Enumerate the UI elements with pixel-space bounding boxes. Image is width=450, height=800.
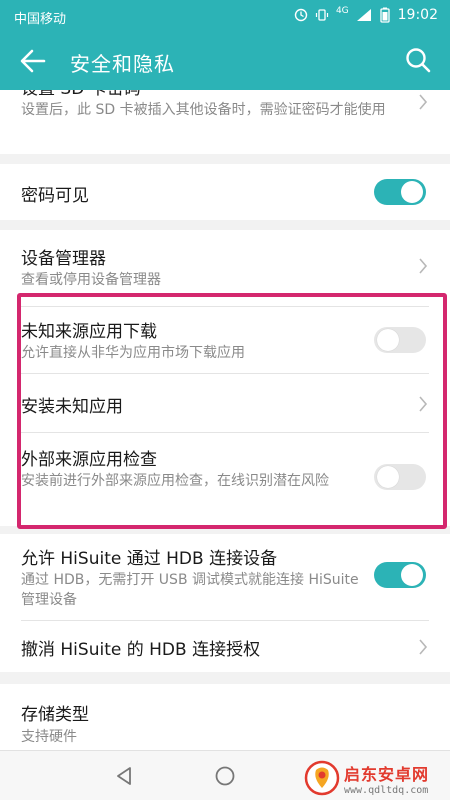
site-watermark: 启东安卓网 www.qdltdq.com: [304, 758, 446, 798]
password-visible-title: 密码可见: [21, 186, 89, 206]
storage-type-subtitle: 支持硬件: [21, 729, 77, 745]
storage-type-item[interactable]: 存储类型 支持硬件: [0, 684, 450, 750]
device-security-section: 设备管理器 查看或停用设备管理器 未知来源应用下载 允许直接从非华为应用市场下载…: [0, 230, 450, 526]
status-bar: 中国移动 4G 19:02: [0, 0, 450, 32]
password-visible-section: 密码可见: [0, 164, 450, 220]
hisuite-hdb-subtitle: 通过 HDB，无需打开 USB 调试模式就能连接 HiSuite 管理设备: [21, 572, 359, 608]
sd-card-password-subtitle: 设置后，此 SD 卡被插入其他设备时，需验证密码才能使用: [21, 102, 386, 118]
revoke-hdb-title: 撤消 HiSuite 的 HDB 连接授权: [21, 640, 261, 660]
storage-type-title: 存储类型: [21, 705, 89, 725]
app-bar: 安全和隐私: [0, 32, 450, 90]
unknown-source-download-item[interactable]: 未知来源应用下载 允许直接从非华为应用市场下载应用: [0, 307, 450, 373]
nav-home-icon[interactable]: [214, 765, 236, 787]
vibrate-icon: [315, 9, 329, 21]
unknown-source-download-title: 未知来源应用下载: [21, 322, 157, 342]
watermark-url: www.qdltdq.com: [344, 784, 429, 796]
sd-card-password-item[interactable]: 设置 SD 卡密码 设置后，此 SD 卡被插入其他设备时，需验证密码才能使用: [0, 90, 450, 154]
carrier-label: 中国移动: [14, 12, 67, 27]
page-title: 安全和隐私: [70, 52, 175, 76]
settings-list: 设置 SD 卡密码 设置后，此 SD 卡被插入其他设备时，需验证密码才能使用 密…: [0, 90, 450, 750]
chevron-right-icon: [419, 94, 428, 110]
watermark-name: 启东安卓网: [344, 764, 430, 784]
install-unknown-apps-item[interactable]: 安装未知应用: [0, 374, 450, 432]
toggle-knob: [401, 181, 423, 203]
hisuite-hdb-toggle[interactable]: [374, 562, 426, 588]
toggle-knob: [377, 466, 399, 488]
sd-card-section: 设置 SD 卡密码 设置后，此 SD 卡被插入其他设备时，需验证密码才能使用: [0, 90, 450, 154]
install-unknown-apps-title: 安装未知应用: [21, 397, 123, 417]
device-admin-item[interactable]: 设备管理器 查看或停用设备管理器: [0, 230, 450, 296]
chevron-right-icon: [419, 396, 428, 412]
external-source-check-toggle[interactable]: [374, 464, 426, 490]
unknown-source-download-subtitle: 允许直接从非华为应用市场下载应用: [21, 345, 245, 361]
external-source-check-item[interactable]: 外部来源应用检查 安装前进行外部来源应用检查，在线识别潜在风险: [0, 433, 450, 523]
device-admin-title: 设备管理器: [21, 249, 106, 269]
eye-comfort-icon: [294, 8, 308, 22]
external-source-check-title: 外部来源应用检查: [21, 450, 157, 470]
revoke-hdb-item[interactable]: 撤消 HiSuite 的 HDB 连接授权: [0, 621, 450, 672]
battery-icon: [379, 7, 390, 23]
signal-icon: [356, 9, 371, 21]
external-source-check-subtitle: 安装前进行外部来源应用检查，在线识别潜在风险: [21, 473, 329, 489]
back-arrow-icon[interactable]: [18, 47, 48, 75]
search-icon[interactable]: [404, 46, 432, 74]
chevron-right-icon: [419, 639, 428, 655]
hisuite-hdb-item[interactable]: 允许 HiSuite 通过 HDB 连接设备 通过 HDB，无需打开 USB 调…: [0, 534, 450, 614]
toggle-knob: [401, 564, 423, 586]
device-admin-subtitle: 查看或停用设备管理器: [21, 272, 161, 288]
network-type-label: 4G: [335, 6, 349, 16]
toggle-knob: [377, 329, 399, 351]
hisuite-hdb-title: 允许 HiSuite 通过 HDB 连接设备: [21, 549, 278, 569]
clock-label: 19:02: [397, 7, 438, 23]
password-visible-toggle[interactable]: [374, 179, 426, 205]
storage-section: 存储类型 支持硬件: [0, 684, 450, 750]
chevron-right-icon: [419, 258, 428, 274]
nav-back-icon[interactable]: [113, 765, 135, 787]
unknown-source-download-toggle[interactable]: [374, 327, 426, 353]
sd-card-password-title: 设置 SD 卡密码: [21, 90, 141, 99]
watermark-logo-icon: [304, 760, 340, 796]
hisuite-section: 允许 HiSuite 通过 HDB 连接设备 通过 HDB，无需打开 USB 调…: [0, 534, 450, 672]
password-visible-item[interactable]: 密码可见: [0, 164, 450, 220]
